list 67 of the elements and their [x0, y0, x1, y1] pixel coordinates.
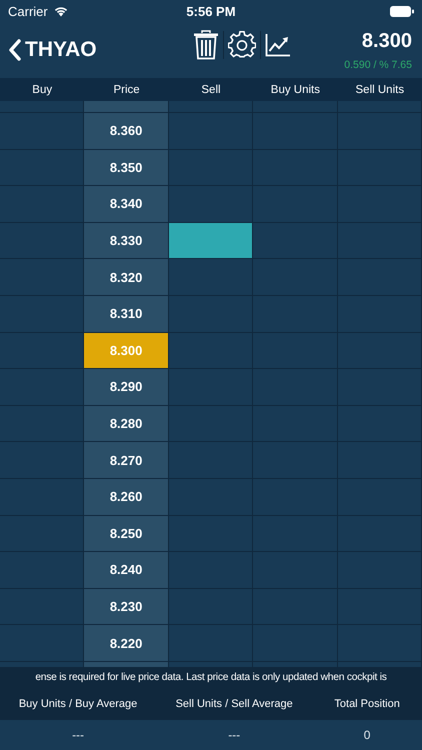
column-header: Sell	[200, 84, 222, 96]
back-button[interactable]: THYAO	[8, 38, 97, 62]
settings-icon[interactable]	[228, 31, 256, 59]
sell-cell[interactable]	[168, 478, 254, 516]
price-cell[interactable]: 8.310	[84, 296, 169, 333]
column-header: Sell Units	[354, 84, 406, 96]
buy-cell[interactable]	[0, 552, 84, 589]
buy-cell[interactable]	[0, 332, 84, 370]
sell-cell[interactable]	[168, 442, 254, 479]
sell-cell[interactable]	[168, 113, 254, 150]
battery-icon	[390, 6, 414, 16]
sell-cell[interactable]	[168, 588, 254, 626]
buy-cell[interactable]	[0, 516, 84, 552]
wifi-icon	[52, 5, 69, 17]
sell-cell[interactable]	[168, 625, 254, 662]
sell-cell[interactable]	[168, 406, 254, 442]
status-time: 5:56 PM	[186, 4, 236, 18]
price-cell[interactable]: 8.290	[84, 369, 169, 406]
price-cell[interactable]: 8.250	[84, 516, 169, 552]
sell-cell[interactable]	[168, 259, 254, 296]
sell-cell[interactable]	[168, 516, 254, 552]
buy-cell[interactable]	[0, 186, 84, 223]
price-cell[interactable]: 8.220	[84, 625, 169, 662]
last-price: 8.300	[362, 30, 412, 52]
buy-cell[interactable]	[0, 150, 84, 186]
sell-cell[interactable]	[168, 296, 254, 333]
buy-cell[interactable]	[0, 222, 84, 260]
carrier-name: Carrier	[8, 4, 48, 18]
price-cell[interactable]: 8.320	[84, 259, 169, 296]
buy-cell[interactable]	[0, 113, 84, 150]
price-cell[interactable]: 8.270	[84, 442, 169, 479]
sell-cell[interactable]	[168, 332, 254, 370]
price-cell[interactable]: 8.240	[84, 552, 169, 589]
price-cell[interactable]: 8.230	[84, 588, 169, 626]
summary-value: 0	[362, 728, 372, 742]
trash-icon[interactable]	[193, 30, 220, 60]
sell-cell[interactable]	[168, 222, 254, 260]
summary-value: ---	[71, 728, 86, 742]
sell-cell[interactable]	[168, 369, 254, 406]
price-cell[interactable]: 8.330	[84, 222, 169, 260]
column-header: Price	[112, 84, 141, 96]
price-cell[interactable]: 8.280	[84, 406, 169, 442]
price-cell[interactable]: 8.260	[84, 478, 169, 516]
buy-cell[interactable]	[0, 369, 84, 406]
buy-cell[interactable]	[0, 259, 84, 296]
buy-cell[interactable]	[0, 406, 84, 442]
sell-cell[interactable]	[168, 552, 254, 589]
license-notice: ense is required for live price data. Last price data is only updated when cockpit is	[35, 672, 387, 684]
summary-value: ---	[227, 728, 242, 742]
buy-cell[interactable]	[0, 625, 84, 662]
summary-header: Buy Units / Buy Average	[18, 698, 138, 710]
column-header: Buy	[31, 84, 54, 96]
chevron-left-icon	[8, 39, 21, 61]
sell-cell[interactable]	[168, 186, 254, 223]
price-cell[interactable]: 8.350	[84, 150, 169, 186]
buy-cell[interactable]	[0, 588, 84, 626]
price-cell[interactable]: 8.340	[84, 186, 169, 223]
price-cell[interactable]: 8.360	[84, 113, 169, 150]
buy-cell[interactable]	[0, 442, 84, 479]
buy-cell[interactable]	[0, 296, 84, 333]
buy-cell[interactable]	[0, 478, 84, 516]
price-change: 0.590 / % 7.65	[344, 58, 412, 70]
summary-header: Sell Units / Sell Average	[174, 698, 294, 710]
sell-cell[interactable]	[168, 150, 254, 186]
column-header: Buy Units	[270, 84, 321, 96]
summary-header: Total Position	[333, 698, 401, 710]
line-chart-icon[interactable]	[265, 33, 292, 57]
